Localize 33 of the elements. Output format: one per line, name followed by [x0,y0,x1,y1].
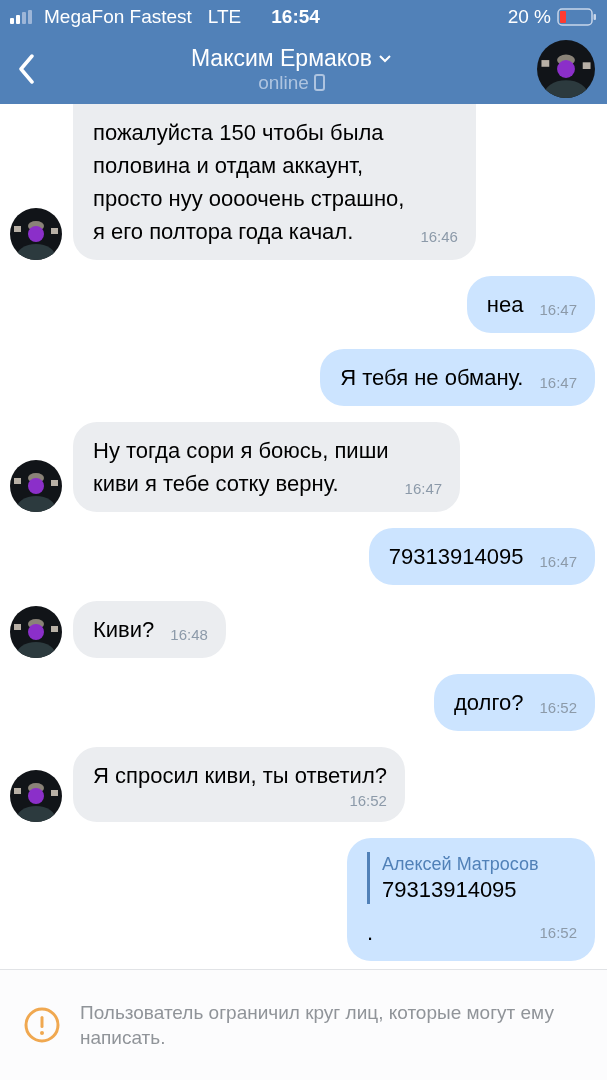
message-text: Киви? [93,616,155,644]
carrier-name: MegaFon Fastest [44,6,192,28]
restriction-notice: Пользователь ограничил круг лиц, которые могут ему написать. [80,1001,555,1050]
back-icon [18,54,34,84]
message-text: Я тебя не обману. [340,364,524,392]
message-text: долго? [454,689,524,717]
warning-icon [24,1007,60,1043]
message-text: Ну тогда сори я боюсь, пиши киви я тебе сотку верну. [93,437,389,498]
message-text: Я спросил киви, ты ответил? [93,763,387,788]
clock: 16:54 [271,6,320,28]
chevron-down-icon[interactable] [378,53,393,63]
message-text: неа [486,291,524,319]
message-time: 16:47 [404,480,443,498]
message-text: 79313914095 [388,543,524,571]
online-status: online [258,71,309,94]
message-time: 16:47 [539,553,577,571]
forward-text: 79313914095 [382,876,518,904]
forward-author: Алексей Матросов [382,853,540,876]
message-time: 16:52 [539,699,577,717]
message-time: 16:52 [349,792,387,809]
battery-percent: 20 % [507,6,551,28]
message-time: 16:52 [539,923,577,943]
phone-icon [313,74,325,91]
network-type: LTE [207,6,242,28]
message-text: . [367,919,374,947]
contact-name[interactable]: Максим Ермаков [190,44,373,72]
message-time: 16:47 [539,374,577,392]
forwarded-message[interactable]: Алексей Матросов 79313914095 [367,852,577,904]
message-time: 16:46 [420,228,458,246]
message-time: 16:48 [170,626,208,644]
battery-icon [557,8,597,26]
message-time: 16:47 [539,301,577,319]
message-text: пожалуйста 150 чтобы была половина и отдам аккаунт, просто нуу оооочень страшно, я его полтора года качал. [93,119,405,246]
